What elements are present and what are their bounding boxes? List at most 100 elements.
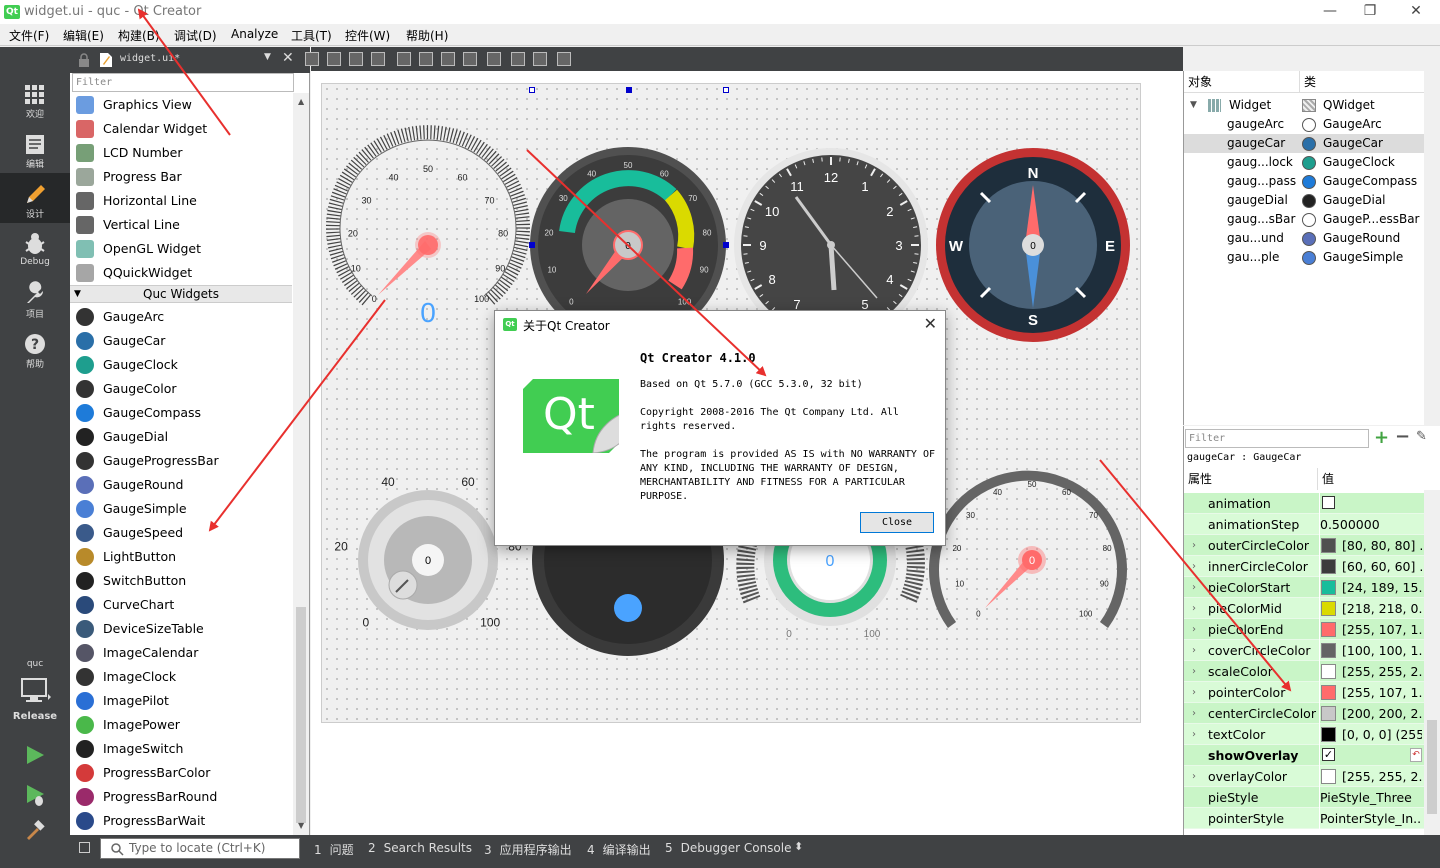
property-filter-input[interactable]: Filter <box>1185 429 1369 448</box>
remove-property-icon[interactable]: − <box>1395 426 1410 447</box>
property-row[interactable]: ›innerCircleColor[60, 60, 60] ... <box>1184 556 1424 577</box>
clock-numeral: 11 <box>790 179 804 194</box>
expand-arrow-icon[interactable]: › <box>1192 535 1196 556</box>
tree-row[interactable]: gaugeArc GaugeArc <box>1184 115 1424 134</box>
add-property-icon[interactable]: + <box>1374 427 1389 448</box>
gauge-tick-label: 50 <box>624 161 633 170</box>
property-row[interactable]: › pointerColor [255, 107, 1... <box>1184 682 1424 703</box>
gauge-tick-label: 10 <box>547 266 556 275</box>
property-editor-scrollbar[interactable] <box>1424 490 1440 835</box>
property-value[interactable]: [255, 255, 2... <box>1319 766 1422 787</box>
gauge-simple[interactable]: 0 10 20 30 40 50 60 70 80 90 100 0 <box>929 470 1127 628</box>
expand-arrow-icon[interactable]: › <box>1192 703 1196 724</box>
property-row[interactable]: › textColor [0, 0, 0] (255) <box>1184 724 1424 745</box>
gauge-arc[interactable]: 0 10 20 30 40 50 60 70 80 90 100 0 <box>326 125 530 328</box>
property-value[interactable]: [255, 107, 1... <box>1319 682 1422 703</box>
expand-arrow-icon[interactable]: › <box>1192 556 1196 577</box>
tree-row[interactable]: gaugeCar GaugeCar <box>1184 134 1424 153</box>
column-class[interactable]: 类 <box>1299 71 1425 93</box>
property-row[interactable]: › pieColorEnd [255, 107, 1... <box>1184 619 1424 640</box>
toggle-sidebar-icon[interactable] <box>79 842 90 853</box>
property-row[interactable]: animationStep 0.500000 <box>1184 514 1424 535</box>
property-value[interactable]: [200, 200, 2... <box>1319 703 1422 724</box>
gauge-tick-label: 10 <box>955 579 964 588</box>
gauge-tick-label: 30 <box>966 511 975 520</box>
expand-arrow-icon[interactable]: › <box>1192 640 1196 661</box>
gauge-class-icon <box>1302 194 1316 208</box>
tree-row[interactable]: gaug...sBar GaugeP...essBar <box>1184 210 1424 229</box>
expand-arrow-icon[interactable]: › <box>1192 661 1196 682</box>
column-property[interactable]: 属性 <box>1184 468 1317 490</box>
expand-arrow-icon[interactable]: ▼ <box>1190 96 1197 115</box>
clock-numeral: 1 <box>861 179 868 194</box>
qwidget-class-icon <box>1302 99 1316 112</box>
checkbox[interactable]: ✓ <box>1322 748 1335 761</box>
checkbox[interactable] <box>1322 496 1335 509</box>
tree-row[interactable]: gau...ple GaugeSimple <box>1184 248 1424 267</box>
property-row[interactable]: › coverCircleColor [100, 100, 1... <box>1184 640 1424 661</box>
tree-row[interactable]: gaugeDial GaugeDial <box>1184 191 1424 210</box>
object-inspector-scrollbar[interactable] <box>1424 71 1440 425</box>
output-tab[interactable]: 2 Search Results <box>368 841 472 855</box>
color-swatch <box>1321 643 1336 658</box>
locator-input[interactable]: Type to locate (Ctrl+K) <box>100 838 300 859</box>
column-value[interactable]: 值 <box>1317 468 1424 490</box>
gauge-simple-value: 0 <box>1029 555 1035 567</box>
dialog-title-bar: Qt 关于Qt Creator ✕ <box>495 311 945 339</box>
property-value[interactable]: [100, 100, 1... <box>1319 640 1422 661</box>
configure-wrench-icon[interactable]: ✎ <box>1416 429 1427 444</box>
dialog-close-icon[interactable]: ✕ <box>924 314 937 333</box>
property-value[interactable]: PieStyle_Three <box>1319 787 1422 808</box>
tree-root-row[interactable]: ▼ Widget QWidget <box>1184 96 1424 115</box>
property-value[interactable]: [218, 218, 0... <box>1319 598 1422 619</box>
property-value[interactable]: ✓ ↶ <box>1319 745 1422 766</box>
property-value[interactable]: [0, 0, 0] (255) <box>1319 724 1422 745</box>
output-tab[interactable]: 5 Debugger Console <box>665 841 792 855</box>
gauge-tick-label: 60 <box>1062 488 1071 497</box>
property-row[interactable]: pointerStyle PointerStyle_In... <box>1184 808 1424 829</box>
property-value[interactable]: [80, 80, 80] ... <box>1319 535 1422 556</box>
property-value[interactable]: 0.500000 <box>1319 514 1422 535</box>
resize-handle[interactable] <box>529 242 535 248</box>
property-value[interactable]: [255, 107, 1... <box>1319 619 1422 640</box>
gauge-class-icon <box>1302 251 1316 265</box>
expand-arrow-icon[interactable]: › <box>1192 682 1196 703</box>
gauge-compass[interactable]: N E S W 0 <box>936 148 1130 342</box>
updown-arrow-icon[interactable]: ⬍ <box>794 840 803 853</box>
property-row[interactable]: › pieColorMid [218, 218, 0... <box>1184 598 1424 619</box>
tree-row[interactable]: gaug...pass GaugeCompass <box>1184 172 1424 191</box>
close-dialog-button[interactable]: Close <box>860 512 934 533</box>
property-row[interactable]: showOverlay ✓ ↶ <box>1184 745 1424 766</box>
tree-row[interactable]: gau...und GaugeRound <box>1184 229 1424 248</box>
gauge-dial-value: 0 <box>425 555 431 567</box>
tree-row[interactable]: gaug...lock GaugeClock <box>1184 153 1424 172</box>
expand-arrow-icon[interactable]: › <box>1192 598 1196 619</box>
property-row[interactable]: ›outerCircleColor[80, 80, 80] ... <box>1184 535 1424 556</box>
reset-icon[interactable]: ↶ <box>1410 748 1422 762</box>
property-value[interactable]: [60, 60, 60] ... <box>1319 556 1422 577</box>
expand-arrow-icon[interactable]: › <box>1192 577 1196 598</box>
property-row[interactable]: › overlayColor [255, 255, 2... <box>1184 766 1424 787</box>
gauge-class-icon <box>1302 137 1316 151</box>
property-row[interactable]: › pieColorStart [24, 189, 15... <box>1184 577 1424 598</box>
property-value[interactable]: [24, 189, 15... <box>1319 577 1422 598</box>
expand-arrow-icon[interactable]: › <box>1192 619 1196 640</box>
expand-arrow-icon[interactable]: › <box>1192 724 1196 745</box>
scrollbar-thumb[interactable] <box>1427 720 1437 814</box>
expand-arrow-icon[interactable]: › <box>1192 766 1196 787</box>
property-value[interactable] <box>1319 493 1422 514</box>
column-object[interactable]: 对象 <box>1184 71 1299 93</box>
gauge-tick-label: 60 <box>457 172 467 182</box>
output-tab[interactable]: 3 应用程序输出 <box>484 841 572 858</box>
property-value[interactable]: [255, 255, 2... <box>1319 661 1422 682</box>
property-row[interactable]: › centerCircleColor [200, 200, 2... <box>1184 703 1424 724</box>
gauge-tick-label: 70 <box>484 196 494 206</box>
property-row[interactable]: › scaleColor [255, 255, 2... <box>1184 661 1424 682</box>
property-row[interactable]: pieStyle PieStyle_Three <box>1184 787 1424 808</box>
property-value[interactable]: PointerStyle_In... <box>1319 808 1422 829</box>
output-tab[interactable]: 4 编译输出 <box>587 841 651 858</box>
gauge-tick-label: 40 <box>587 170 596 179</box>
property-row[interactable]: animation <box>1184 493 1424 514</box>
resize-handle[interactable] <box>723 242 729 248</box>
output-tab[interactable]: 1 问题 <box>314 841 354 858</box>
